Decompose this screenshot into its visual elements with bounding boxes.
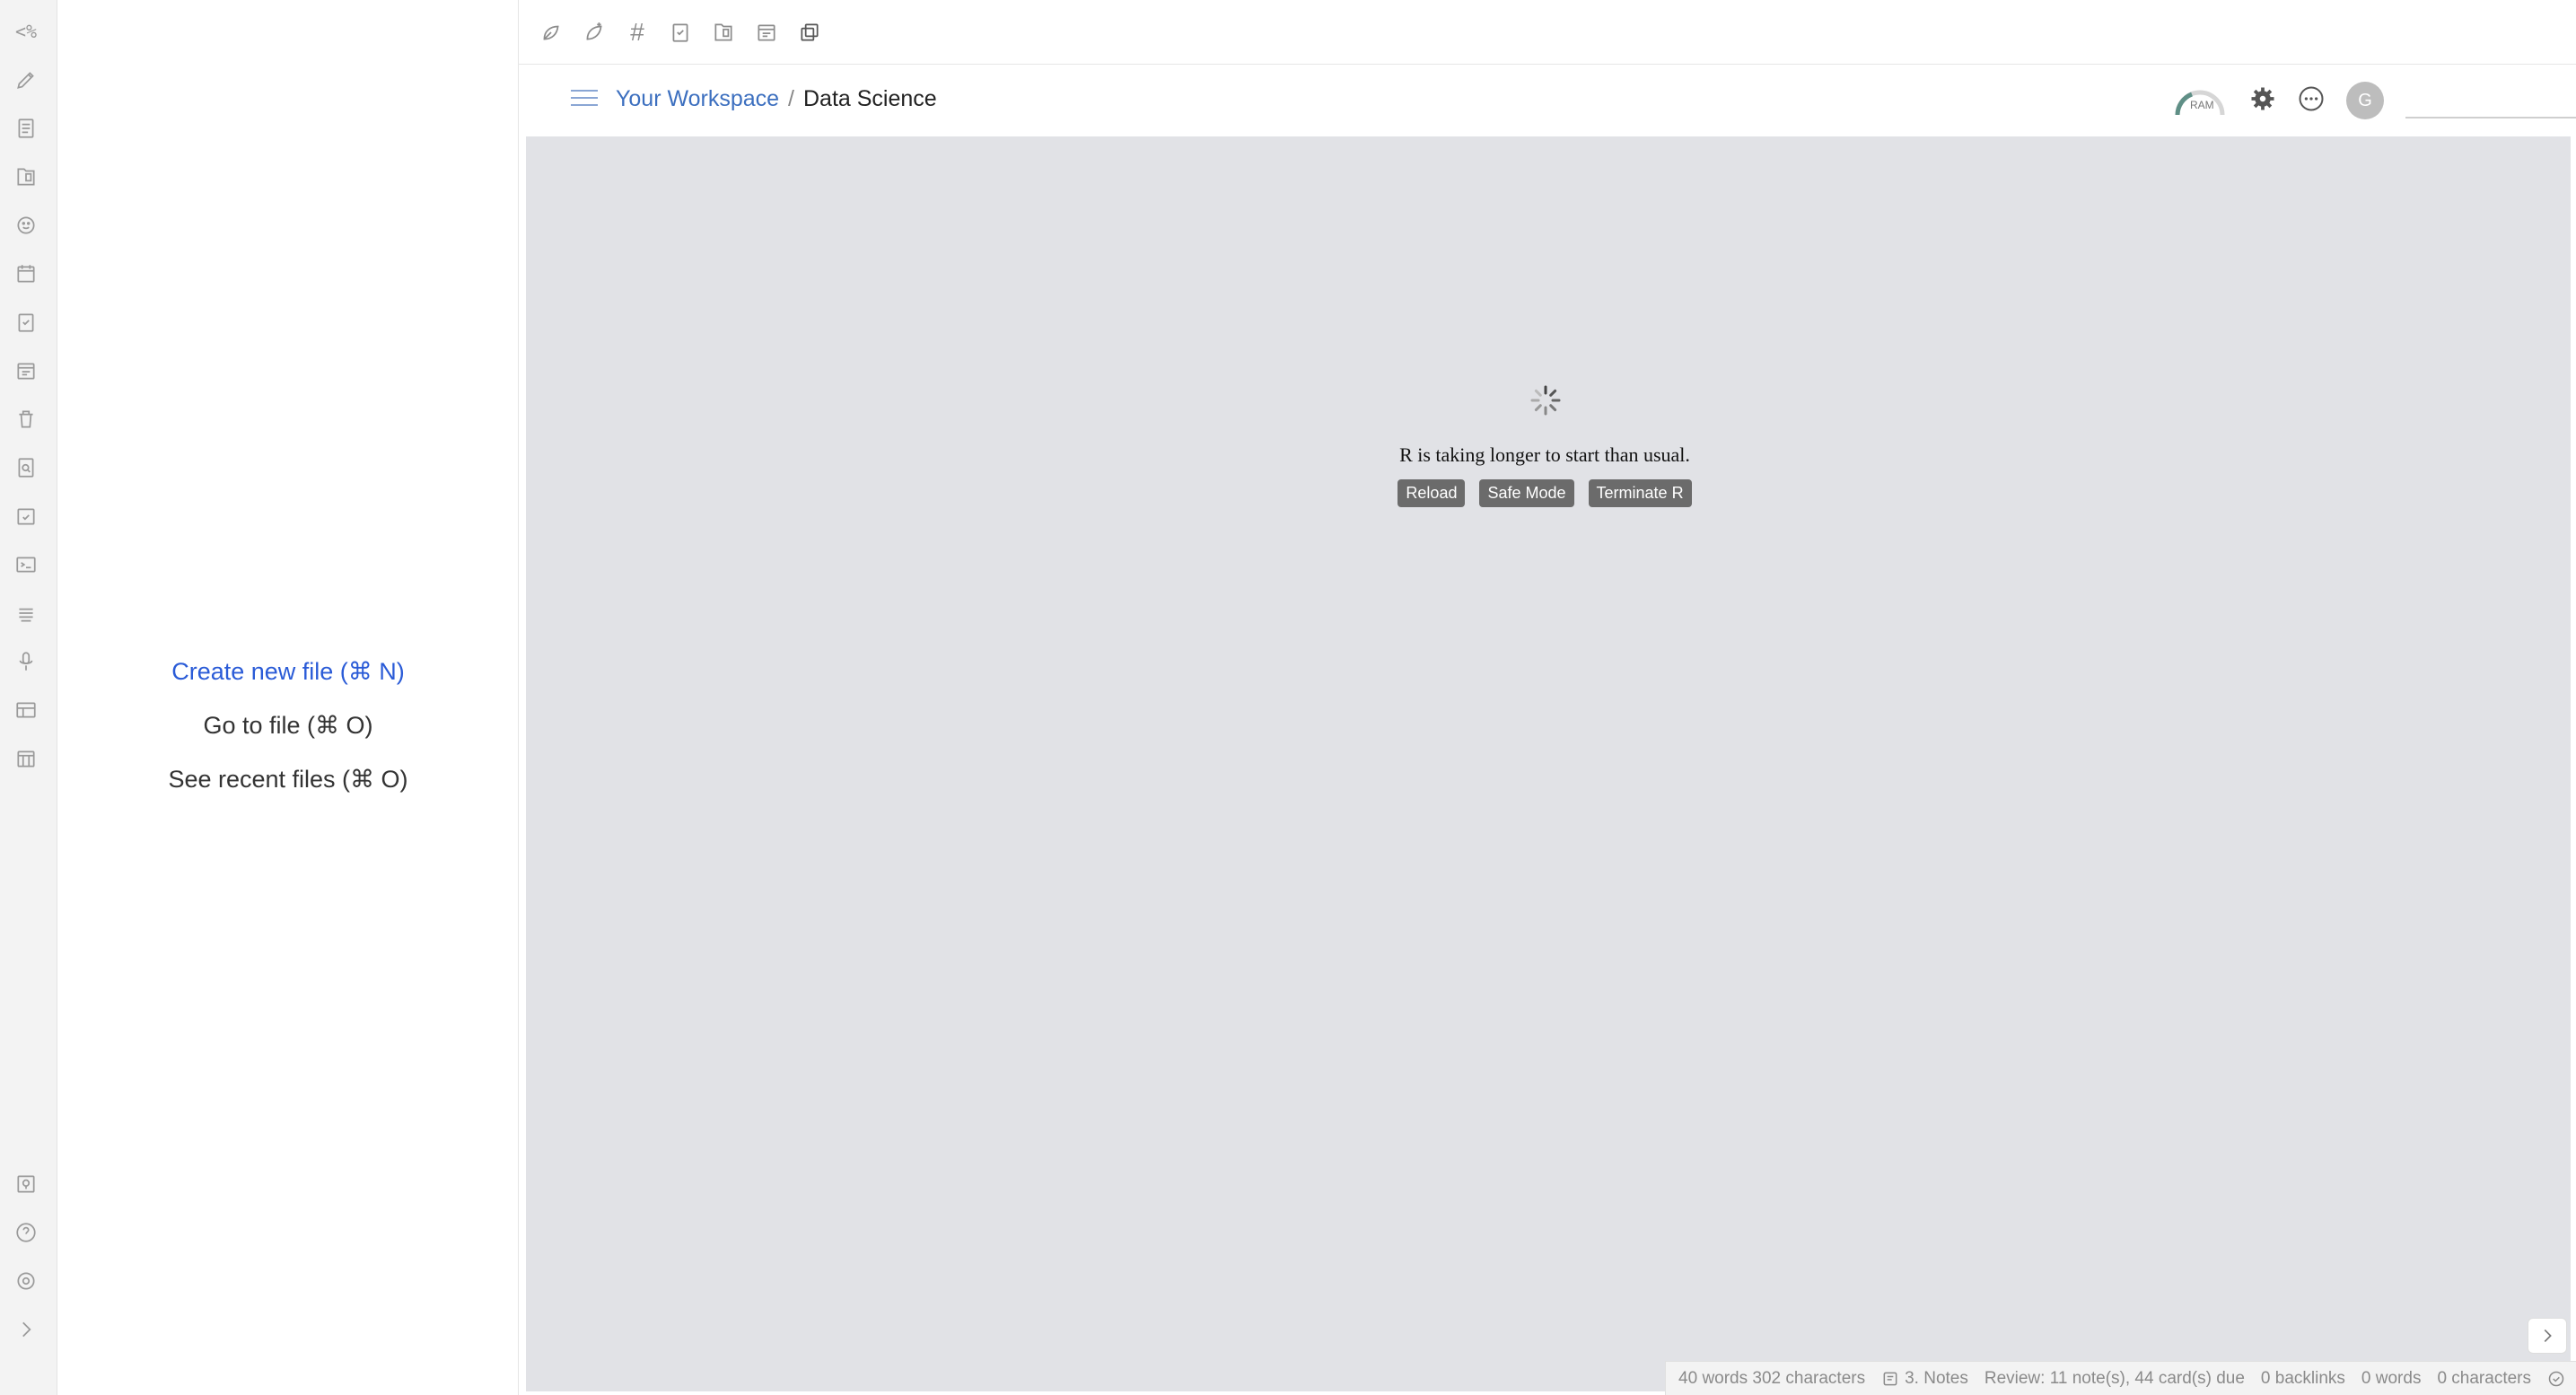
search-input[interactable] xyxy=(2405,83,2576,118)
create-new-file-link[interactable]: Create new file (⌘ N) xyxy=(57,645,519,698)
calendar-grid-icon[interactable] xyxy=(13,745,39,772)
view-header: Your Workspace / Data Science RAM G xyxy=(519,65,2576,136)
gear-icon[interactable] xyxy=(2249,85,2276,117)
stack-icon[interactable] xyxy=(13,600,39,627)
note-icon xyxy=(1883,1372,1897,1385)
emoji-icon[interactable] xyxy=(13,212,39,239)
vault-icon[interactable] xyxy=(13,1171,39,1198)
breadcrumb-current: Data Science xyxy=(803,86,937,111)
file-text-icon[interactable] xyxy=(13,115,39,142)
reload-button[interactable]: Reload xyxy=(1398,479,1466,507)
sync-check-icon[interactable] xyxy=(2547,1370,2565,1388)
trash-icon[interactable] xyxy=(13,406,39,433)
layout-icon[interactable] xyxy=(13,697,39,724)
help-icon[interactable] xyxy=(13,1219,39,1246)
ram-gauge: RAM xyxy=(2172,83,2228,118)
breadcrumb-workspace[interactable]: Your Workspace xyxy=(616,86,779,112)
book-icon[interactable] xyxy=(711,20,736,45)
menu-icon[interactable] xyxy=(571,90,598,111)
leaf-icon[interactable] xyxy=(539,20,564,45)
status-word-char-count: 40 words 302 characters xyxy=(1678,1368,1866,1388)
settings-icon[interactable] xyxy=(13,1268,39,1294)
safe-mode-button[interactable]: Safe Mode xyxy=(1479,479,1574,507)
status-notes-label: 3. Notes xyxy=(1905,1368,1968,1388)
see-recent-files-link[interactable]: See recent files (⌘ O) xyxy=(57,752,519,806)
breadcrumb-separator: / xyxy=(788,86,794,111)
book-icon[interactable] xyxy=(13,163,39,190)
main-pane: # Your Workspace / Data Science RAM G R … xyxy=(519,0,2576,1395)
terminal-icon[interactable] xyxy=(13,551,39,578)
calendar-icon[interactable] xyxy=(13,260,39,287)
top-toolbar: # xyxy=(519,0,2576,65)
avatar[interactable]: G xyxy=(2346,82,2384,119)
pencil-icon[interactable] xyxy=(13,66,39,93)
expand-right-panel-button[interactable] xyxy=(2528,1318,2567,1354)
microphone-icon[interactable] xyxy=(13,648,39,675)
left-ribbon: <% xyxy=(0,0,57,1395)
header-actions: RAM G xyxy=(2172,81,2576,120)
calendar-edit-icon[interactable] xyxy=(13,357,39,384)
status-notes[interactable]: 3. Notes xyxy=(1881,1369,1968,1389)
code-template-icon[interactable]: <% xyxy=(13,18,39,45)
checklist-icon[interactable] xyxy=(668,20,693,45)
loading-spinner-icon xyxy=(1529,384,1562,417)
checklist-icon[interactable] xyxy=(13,309,39,336)
copy-icon[interactable] xyxy=(797,20,822,45)
leaf-plus-icon[interactable] xyxy=(582,20,607,45)
calendar-check-icon[interactable] xyxy=(13,503,39,530)
file-sidebar: Create new file (⌘ N) Go to file (⌘ O) S… xyxy=(57,0,519,1395)
status-backlinks[interactable]: 0 backlinks xyxy=(2261,1369,2345,1389)
calendar-edit-icon[interactable] xyxy=(754,20,779,45)
chevron-right-icon[interactable] xyxy=(13,1316,39,1343)
go-to-file-link[interactable]: Go to file (⌘ O) xyxy=(57,698,519,752)
file-search-icon[interactable] xyxy=(13,454,39,481)
chevron-right-icon xyxy=(2544,1329,2552,1343)
terminate-r-button[interactable]: Terminate R xyxy=(1588,479,1692,507)
status-review[interactable]: Review: 11 note(s), 44 card(s) due xyxy=(1985,1369,2245,1389)
breadcrumb: Your Workspace / Data Science xyxy=(616,86,937,112)
status-characters: 0 characters xyxy=(2437,1368,2531,1388)
loading-actions: Reload Safe Mode Terminate R xyxy=(526,479,2563,507)
content-area: R is taking longer to start than usual. … xyxy=(526,136,2571,1391)
more-options-icon[interactable] xyxy=(2298,85,2325,117)
empty-state-actions: Create new file (⌘ N) Go to file (⌘ O) S… xyxy=(57,645,519,806)
status-bar: 40 words 302 characters 3. Notes Review:… xyxy=(1665,1361,2576,1395)
hashtag-icon[interactable]: # xyxy=(625,18,650,46)
loading-message: R is taking longer to start than usual. xyxy=(1399,443,1690,466)
status-words: 0 words xyxy=(2361,1368,2422,1388)
